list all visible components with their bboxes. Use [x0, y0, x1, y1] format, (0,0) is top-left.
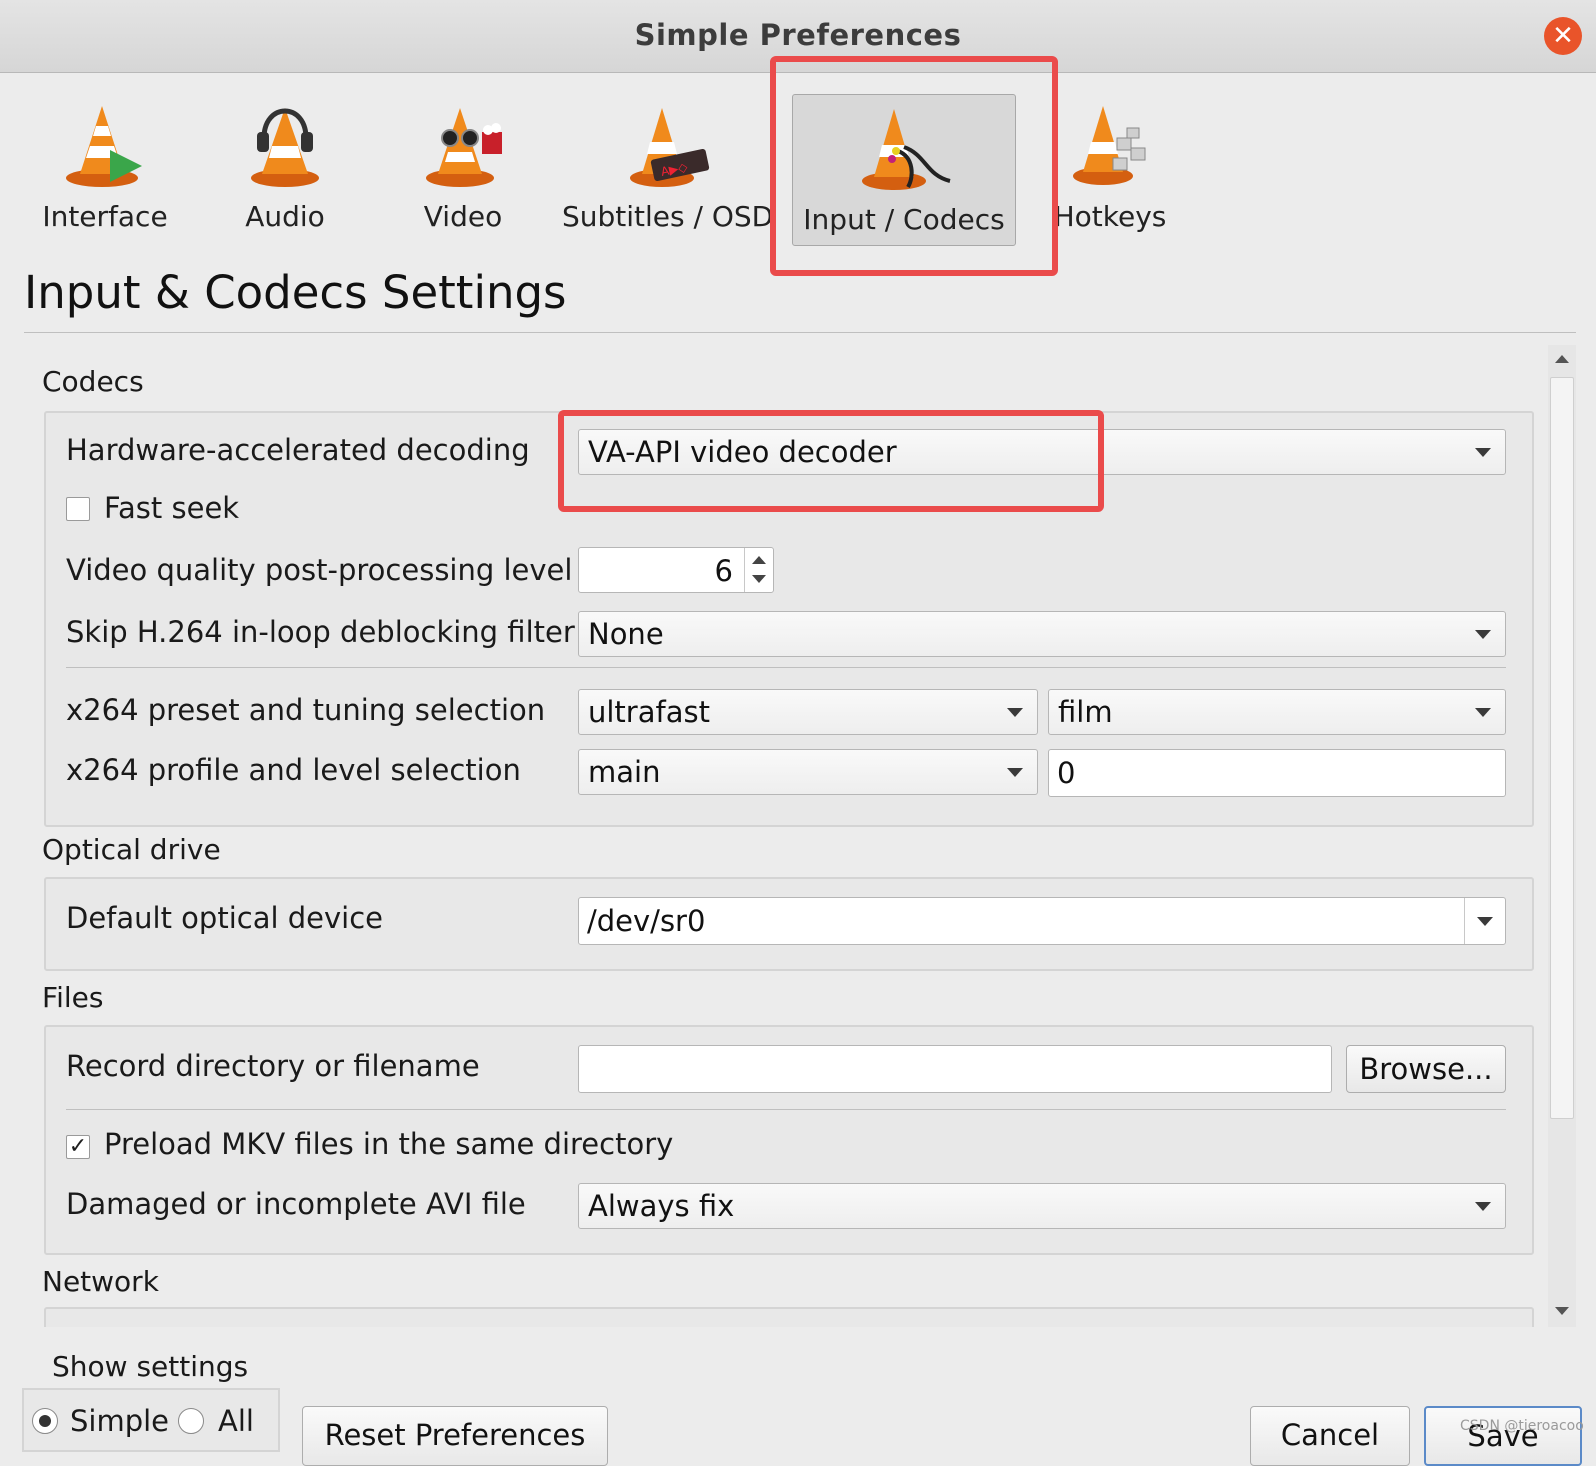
scroll-up-icon[interactable] — [1555, 355, 1569, 363]
preload-mkv-label: Preload MKV files in the same directory — [104, 1127, 674, 1161]
fast-seek-label: Fast seek — [104, 491, 240, 525]
chevron-down-icon — [1475, 1202, 1491, 1211]
group-network — [44, 1307, 1534, 1327]
x264-preset-value: ultrafast — [588, 695, 710, 729]
section-title-codecs: Codecs — [42, 365, 144, 398]
record-dir-label: Record directory or filename — [66, 1049, 480, 1083]
section-title-optical: Optical drive — [42, 833, 221, 866]
skip-h264-select[interactable]: None — [578, 611, 1506, 657]
page-title: Input & Codecs Settings — [24, 266, 567, 319]
scroll-thumb[interactable] — [1550, 377, 1574, 1119]
avi-value: Always fix — [588, 1189, 735, 1223]
hotkeys-cone-icon — [1073, 106, 1146, 185]
vertical-scrollbar[interactable] — [1548, 345, 1576, 1327]
category-hotkeys[interactable]: Hotkeys — [1040, 92, 1180, 242]
optical-device-value: /dev/sr0 — [587, 904, 706, 938]
optical-device-dropdown[interactable] — [1464, 898, 1505, 944]
chevron-down-icon — [1007, 768, 1023, 777]
title-divider — [24, 332, 1576, 333]
highlight-box-hw-decoding — [558, 410, 1104, 512]
hw-decoding-label: Hardware-accelerated decoding — [66, 433, 530, 467]
watermark-text: CSDN @tieroacoo — [1460, 1418, 1584, 1434]
preload-mkv-checkbox[interactable]: ✓ — [66, 1135, 90, 1159]
skip-h264-label: Skip H.264 in-loop deblocking filter — [66, 615, 575, 649]
scroll-down-icon[interactable] — [1555, 1307, 1569, 1315]
x264-profile-select[interactable]: main — [578, 749, 1038, 795]
section-title-network: Network — [42, 1265, 159, 1298]
subtitles-cone-icon: A▶◇ — [630, 108, 710, 187]
chevron-down-icon — [1475, 708, 1491, 717]
section-title-files: Files — [42, 981, 104, 1014]
category-audio[interactable]: Audio — [210, 92, 360, 242]
x264-profile-value: main — [588, 755, 661, 789]
close-button[interactable]: ✕ — [1544, 17, 1582, 55]
save-button[interactable]: Save — [1424, 1406, 1582, 1466]
spin-buttons[interactable] — [744, 548, 773, 592]
x264-preset-label: x264 preset and tuning selection — [66, 693, 546, 727]
avi-select[interactable]: Always fix — [578, 1183, 1506, 1229]
cancel-button[interactable]: Cancel — [1250, 1406, 1410, 1466]
category-interface[interactable]: Interface — [30, 92, 180, 242]
radio-all[interactable] — [178, 1408, 204, 1434]
avi-label: Damaged or incomplete AVI file — [66, 1187, 526, 1221]
radio-simple-label: Simple — [70, 1404, 170, 1438]
chevron-down-icon — [1007, 708, 1023, 717]
x264-profile-label: x264 profile and level selection — [66, 753, 521, 787]
x264-level-input[interactable]: 0 — [1048, 749, 1506, 797]
codecs-divider — [66, 667, 1506, 668]
x264-preset-select[interactable]: ultrafast — [578, 689, 1038, 735]
skip-h264-value: None — [588, 617, 664, 651]
x264-tuning-select[interactable]: film — [1048, 689, 1506, 735]
record-dir-input[interactable] — [578, 1045, 1332, 1093]
highlight-box-input-codecs — [770, 56, 1058, 276]
files-divider — [66, 1109, 1506, 1110]
category-video-label: Video — [423, 200, 503, 233]
category-video[interactable]: Video — [388, 92, 538, 242]
category-audio-label: Audio — [245, 200, 325, 233]
window-title: Simple Preferences — [634, 18, 962, 52]
x264-level-value: 0 — [1057, 756, 1076, 790]
category-subtitles-osd[interactable]: A▶◇ Subtitles / OSD — [562, 92, 774, 242]
video-cone-glasses-icon — [426, 108, 502, 187]
reset-preferences-button[interactable]: Reset Preferences — [302, 1406, 608, 1466]
postproc-label: Video quality post-processing level — [66, 553, 573, 587]
spin-down-icon[interactable] — [752, 575, 766, 583]
radio-simple[interactable] — [32, 1408, 58, 1434]
spin-up-icon[interactable] — [752, 556, 766, 564]
optical-device-label: Default optical device — [66, 901, 384, 935]
chevron-down-icon — [1477, 917, 1493, 926]
browse-button[interactable]: Browse... — [1346, 1045, 1506, 1093]
x264-tuning-value: film — [1058, 695, 1113, 729]
show-settings-label: Show settings — [52, 1350, 249, 1383]
fast-seek-checkbox[interactable] — [66, 497, 90, 521]
chevron-down-icon — [1475, 630, 1491, 639]
category-hotkeys-label: Hotkeys — [1053, 200, 1167, 233]
category-subtitles-label: Subtitles / OSD — [562, 200, 774, 233]
optical-device-combo[interactable]: /dev/sr0 — [578, 897, 1506, 945]
audio-cone-headphones-icon — [251, 108, 319, 187]
postproc-value: 6 — [714, 554, 733, 588]
radio-all-label: All — [218, 1404, 254, 1438]
interface-cone-icon — [66, 106, 142, 187]
chevron-down-icon — [1475, 448, 1491, 457]
postproc-spinbox[interactable]: 6 — [578, 547, 774, 593]
category-interface-label: Interface — [42, 200, 168, 233]
